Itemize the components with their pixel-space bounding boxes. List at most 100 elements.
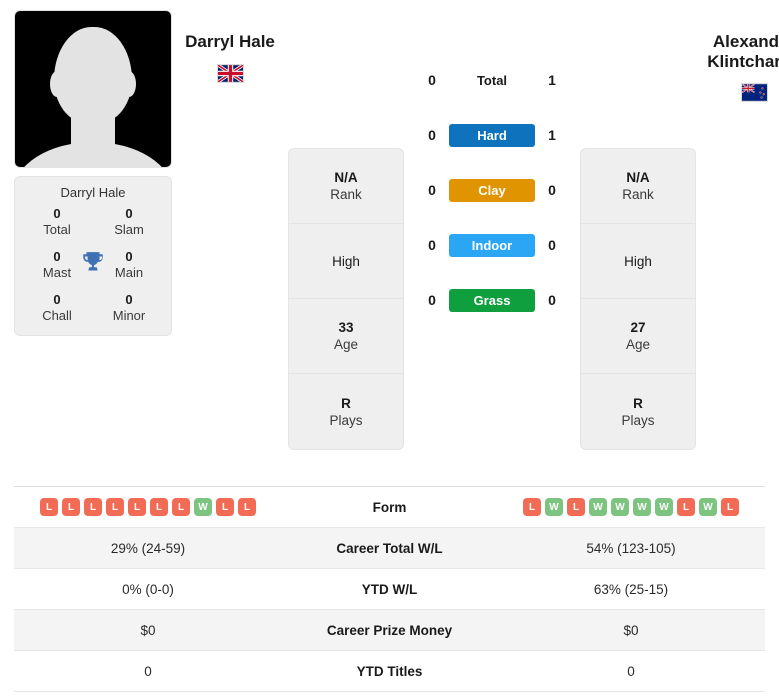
right-form-badge-4: W <box>589 498 607 516</box>
gb-flag-icon <box>216 63 244 83</box>
left-form-badge-8: W <box>194 498 212 516</box>
label: Plays <box>329 412 363 428</box>
trophy-icon <box>80 248 106 279</box>
right-form-badge-10: L <box>721 498 739 516</box>
right-ytd-titles: 0 <box>627 663 635 679</box>
players-comparison-section: Darryl Hale Darryl Hale 0 Total 0 Slam 0 <box>0 0 779 478</box>
h2h-indoor-left-score: 0 <box>428 237 436 253</box>
h2h-grass-left-score: 0 <box>428 292 436 308</box>
value: 27 <box>630 320 646 335</box>
right-form-badge-1: L <box>523 498 541 516</box>
right-career-wl: 54% (123-105) <box>586 540 676 556</box>
label: Plays <box>621 412 655 428</box>
table-row-form: LLLLLLLWLL Form LWLWWWWLWL <box>14 487 765 528</box>
right-form-badge-7: W <box>655 498 673 516</box>
left-player-photo-card[interactable]: Darryl Hale <box>14 10 172 168</box>
label: Age <box>625 337 651 352</box>
h2h-row-indoor: 0 Indoor 0 <box>404 231 580 259</box>
h2h-total-right-score: 1 <box>548 72 556 88</box>
left-player-column: Darryl Hale Darryl Hale 0 Total 0 Slam 0 <box>14 10 172 336</box>
label: Total <box>43 222 71 237</box>
left-career-prize: $0 <box>140 622 156 638</box>
h2h-total-label: Total <box>476 72 508 88</box>
table-row-career-prize-money: $0 Career Prize Money $0 <box>14 610 765 651</box>
right-form-badge-3: L <box>567 498 585 516</box>
h2h-indoor-right-score: 0 <box>548 237 556 253</box>
left-info-plays: R Plays <box>289 374 403 449</box>
left-form-badge-6: L <box>150 498 168 516</box>
row-label-ytd-titles: YTD Titles <box>356 663 423 679</box>
left-form-badge-9: L <box>216 498 234 516</box>
left-form-badge-10: L <box>238 498 256 516</box>
h2h-hard-left-score: 0 <box>428 127 436 143</box>
value: R <box>633 395 643 411</box>
right-player-name-column: Alexander Klintcharov <box>696 10 779 103</box>
h2h-row-clay: 0 Clay 0 <box>404 176 580 204</box>
left-form-badge-5: L <box>128 498 146 516</box>
left-player-titles-card: Darryl Hale 0 Total 0 Slam 0 Mast 0 Main… <box>14 176 172 336</box>
label: Chall <box>42 308 72 323</box>
h2h-clay-label[interactable]: Clay <box>449 178 535 202</box>
left-info-high: High <box>289 224 403 299</box>
right-info-rank: N/A Rank <box>581 149 695 224</box>
right-ytd-wl: 63% (25-15) <box>593 581 669 597</box>
value: 0 <box>125 292 133 307</box>
label: Age <box>333 337 359 352</box>
left-form-badge-4: L <box>106 498 124 516</box>
value: 33 <box>338 320 354 335</box>
label: Minor <box>112 308 146 323</box>
value: N/A <box>626 170 650 185</box>
h2h-row-total: 0 Total 1 <box>404 66 580 94</box>
left-titles-player-name: Darryl Hale <box>60 185 126 200</box>
row-label-ytd-wl: YTD W/L <box>361 581 418 597</box>
value: N/A <box>334 170 358 185</box>
left-player-info-card: N/A Rank High 33 Age R Plays <box>288 148 404 450</box>
right-info-plays: R Plays <box>581 374 695 449</box>
left-titles-slam: 0 Slam <box>93 206 165 237</box>
h2h-grass-right-score: 0 <box>548 292 556 308</box>
label: Rank <box>622 187 654 202</box>
value: 0 <box>53 292 61 307</box>
h2h-clay-left-score: 0 <box>428 182 436 198</box>
left-form-badge-7: L <box>172 498 190 516</box>
right-info-age: 27 Age <box>581 299 695 374</box>
right-form-badges: LWLWWWWLWL <box>497 498 765 516</box>
left-ytd-wl: 0% (0-0) <box>122 581 174 597</box>
stats-comparison-table: LLLLLLLWLL Form LWLWWWWLWL 29% (24-59) C… <box>14 486 765 692</box>
h2h-grass-label[interactable]: Grass <box>449 288 535 312</box>
table-row-ytd-wl: 0% (0-0) YTD W/L 63% (25-15) <box>14 569 765 610</box>
left-titles-total: 0 Total <box>21 206 93 237</box>
left-titles-minor: 0 Minor <box>93 292 165 323</box>
row-label-form: Form <box>372 499 407 515</box>
left-ytd-titles: 0 <box>144 663 152 679</box>
value: 0 <box>125 206 133 221</box>
head-to-head-page: Darryl Hale Darryl Hale 0 Total 0 Slam 0 <box>0 0 779 699</box>
value: High <box>332 253 360 269</box>
left-info-age: 33 Age <box>289 299 403 374</box>
h2h-hard-right-score: 1 <box>548 127 556 143</box>
right-form-badge-9: W <box>699 498 717 516</box>
value: R <box>341 395 351 411</box>
h2h-row-grass: 0 Grass 0 <box>404 286 580 314</box>
right-info-high: High <box>581 224 695 299</box>
right-form-badge-6: W <box>633 498 651 516</box>
label: Rank <box>330 187 362 202</box>
h2h-indoor-label[interactable]: Indoor <box>449 233 535 257</box>
right-player-info-card: N/A Rank High 27 Age R Plays <box>580 148 696 450</box>
right-form-badge-5: W <box>611 498 629 516</box>
h2h-surface-breakdown: 0 Total 1 0 Hard 1 0 Clay 0 0 Indoor 0 0 <box>404 10 580 314</box>
left-info-rank: N/A Rank <box>289 149 403 224</box>
row-label-career-total-wl: Career Total W/L <box>336 540 443 556</box>
left-player-name[interactable]: Darryl Hale <box>172 32 288 52</box>
right-form-cell: LWLWWWWLWL <box>497 498 765 516</box>
row-label-career-prize-money: Career Prize Money <box>326 622 453 638</box>
right-player-name[interactable]: Alexander Klintcharov <box>696 32 779 71</box>
left-titles-grid: 0 Total 0 Slam 0 Mast 0 Main 0 Chall 0 M… <box>21 206 165 323</box>
left-form-badges: LLLLLLLWLL <box>14 498 282 516</box>
left-form-badge-2: L <box>62 498 80 516</box>
label: Slam <box>114 222 144 237</box>
h2h-hard-label[interactable]: Hard <box>449 123 535 147</box>
right-form-badge-8: L <box>677 498 695 516</box>
left-form-cell: LLLLLLLWLL <box>14 498 282 516</box>
right-form-badge-2: W <box>545 498 563 516</box>
